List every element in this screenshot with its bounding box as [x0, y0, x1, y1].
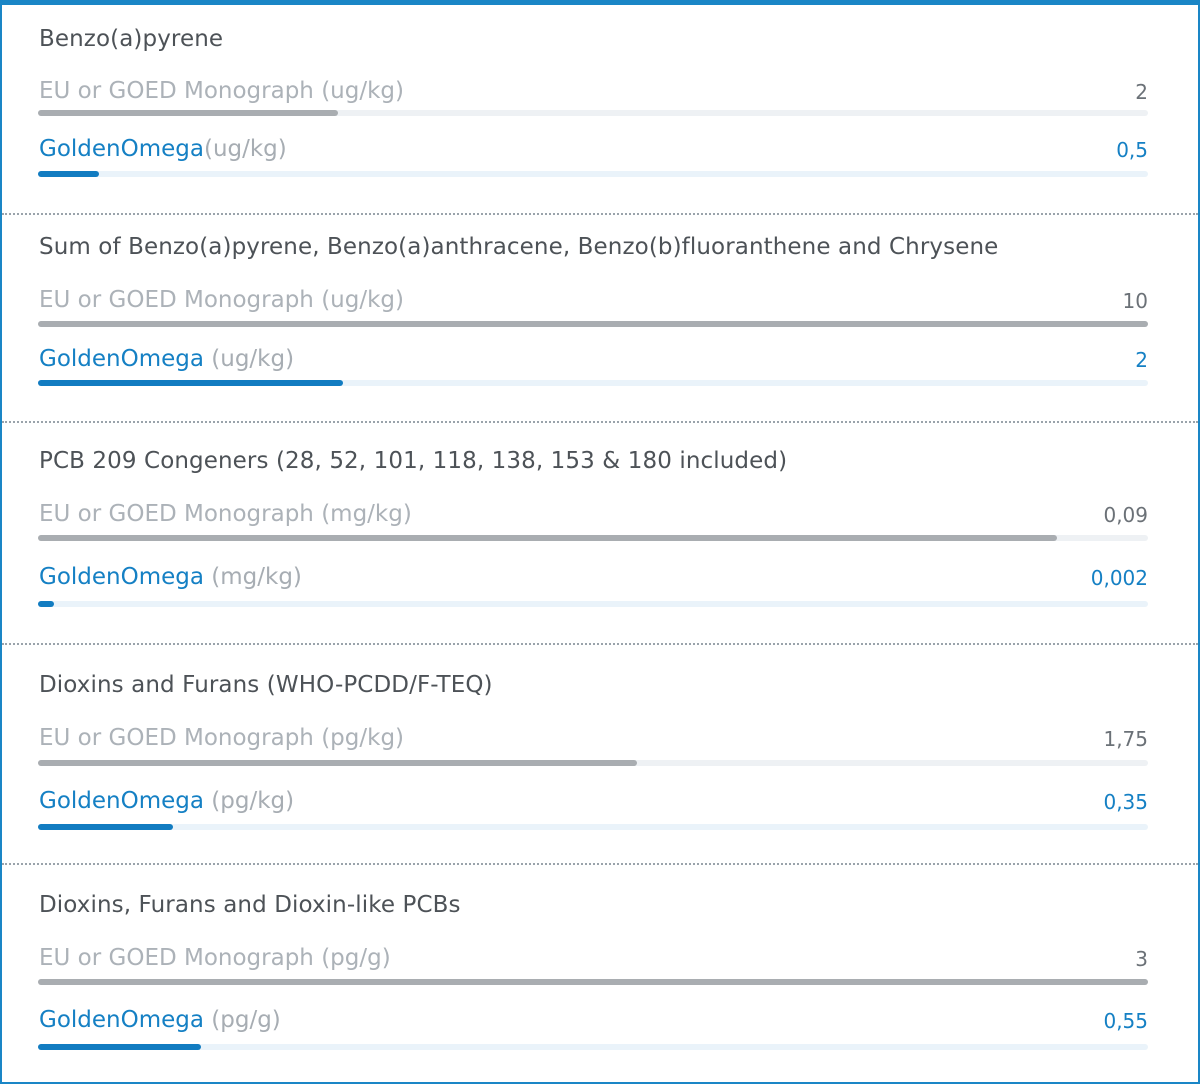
- eu-bar: [38, 979, 1148, 985]
- contaminant-comparison-panel: Benzo(a)pyrene EU or GOED Monograph (ug/…: [0, 0, 1200, 1084]
- group-title: Dioxins, Furans and Dioxin-like PCBs: [39, 892, 461, 918]
- golden-omega-unit: (ug/kg): [203, 346, 295, 372]
- eu-label: EU or GOED Monograph (pg/g): [39, 945, 391, 971]
- golden-omega-bar-track: [38, 380, 1148, 386]
- eu-bar-track: [38, 535, 1148, 541]
- eu-bar-track: [38, 760, 1148, 766]
- section-divider: [2, 863, 1198, 865]
- golden-omega-unit: (mg/kg): [203, 564, 302, 590]
- eu-bar-track: [38, 979, 1148, 985]
- golden-omega-label: GoldenOmega(ug/kg): [39, 135, 287, 163]
- eu-label: EU or GOED Monograph (mg/kg): [39, 501, 412, 527]
- golden-omega-bar-track: [38, 824, 1148, 830]
- golden-omega-name: GoldenOmega: [39, 564, 204, 590]
- eu-bar: [38, 535, 1057, 541]
- section-divider: [2, 421, 1198, 423]
- golden-omega-bar: [38, 601, 54, 607]
- eu-bar-track: [38, 321, 1148, 327]
- golden-omega-name: GoldenOmega: [39, 136, 204, 162]
- eu-value: 0,09: [1103, 503, 1148, 527]
- golden-omega-value: 2: [1135, 348, 1148, 372]
- golden-omega-bar: [38, 824, 174, 830]
- golden-omega-label: GoldenOmega (ug/kg): [39, 345, 294, 373]
- group-title: Sum of Benzo(a)pyrene, Benzo(a)anthracen…: [39, 234, 999, 260]
- golden-omega-bar-track: [38, 1044, 1148, 1050]
- golden-omega-bar: [38, 380, 344, 386]
- golden-omega-value: 0,35: [1103, 790, 1148, 814]
- section-divider: [2, 213, 1198, 215]
- group-title: Dioxins and Furans (WHO-PCDD/F-TEQ): [39, 672, 493, 698]
- golden-omega-name: GoldenOmega: [39, 1007, 204, 1033]
- golden-omega-bar-track: [38, 601, 1148, 607]
- golden-omega-bar: [38, 1044, 202, 1050]
- golden-omega-name: GoldenOmega: [39, 346, 204, 372]
- eu-bar: [38, 321, 1148, 327]
- eu-value: 10: [1122, 289, 1148, 313]
- eu-bar: [38, 760, 638, 766]
- golden-omega-bar-track: [38, 171, 1148, 177]
- section-divider: [2, 643, 1198, 645]
- eu-value: 2: [1135, 80, 1148, 104]
- golden-omega-value: 0,5: [1116, 138, 1148, 162]
- eu-value: 1,75: [1103, 727, 1148, 751]
- golden-omega-unit: (ug/kg): [203, 136, 287, 162]
- group-title: Benzo(a)pyrene: [39, 26, 224, 52]
- eu-label: EU or GOED Monograph (pg/kg): [39, 725, 405, 751]
- golden-omega-label: GoldenOmega (mg/kg): [39, 563, 302, 591]
- eu-label: EU or GOED Monograph (ug/kg): [39, 287, 404, 313]
- group-title: PCB 209 Congeners (28, 52, 101, 118, 138…: [39, 448, 788, 474]
- golden-omega-value: 0,002: [1090, 566, 1148, 590]
- golden-omega-value: 0,55: [1103, 1009, 1148, 1033]
- golden-omega-bar: [38, 171, 100, 177]
- eu-bar: [38, 110, 338, 116]
- eu-bar-track: [38, 110, 1148, 116]
- eu-value: 3: [1135, 947, 1148, 971]
- golden-omega-name: GoldenOmega: [39, 788, 204, 814]
- golden-omega-label: GoldenOmega (pg/g): [39, 1006, 281, 1034]
- golden-omega-unit: (pg/g): [203, 1007, 281, 1033]
- eu-label: EU or GOED Monograph (ug/kg): [39, 78, 404, 104]
- golden-omega-unit: (pg/kg): [203, 788, 295, 814]
- golden-omega-label: GoldenOmega (pg/kg): [39, 787, 294, 815]
